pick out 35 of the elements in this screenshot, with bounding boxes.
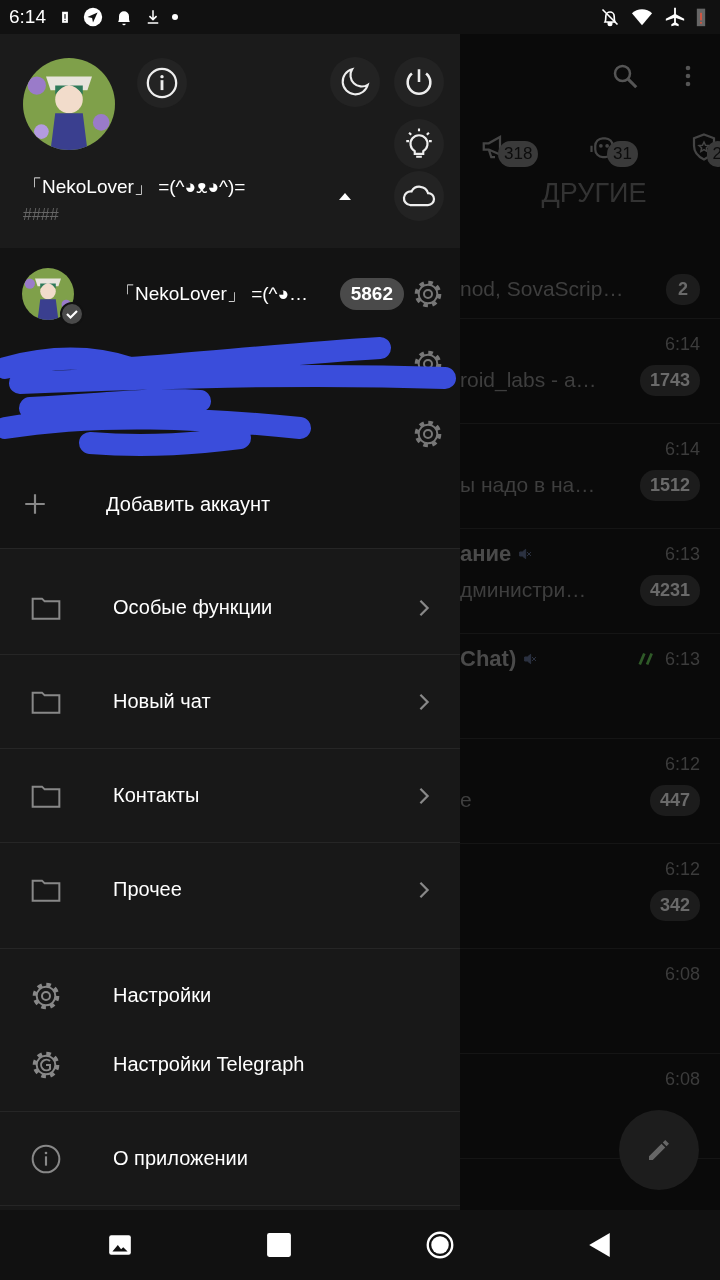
- unread-count: 1743: [639, 364, 700, 396]
- account-name: 「NekoLover」 =(^◕…: [116, 282, 309, 306]
- add-account-item[interactable]: Добавить аккаунт: [0, 469, 460, 539]
- menu-item[interactable]: Настройки Telegraph: [0, 1030, 460, 1099]
- caret-icon[interactable]: [338, 192, 352, 200]
- chat-title: Chat): [460, 646, 517, 672]
- unread-count: 5862: [339, 278, 404, 310]
- unread-count: 2: [666, 273, 700, 305]
- wifi-icon: [630, 6, 654, 28]
- battery-low-icon: [696, 7, 706, 27]
- info-icon: [30, 1142, 62, 1175]
- plus-icon: [22, 491, 48, 517]
- image-icon[interactable]: [106, 1232, 133, 1258]
- settings-icon[interactable]: [412, 278, 444, 310]
- status-time: 6:14: [9, 6, 46, 28]
- profile-name: 「NekoLover」 =(^◕ᴥ◕^)=: [23, 175, 247, 199]
- home-icon[interactable]: [425, 1231, 454, 1259]
- unread-count: 342: [649, 889, 700, 921]
- account-item[interactable]: 「NekoLover」 =(^◕… 5862: [0, 259, 460, 329]
- unread-count: 447: [649, 784, 700, 816]
- unread-count: 4231: [639, 574, 700, 606]
- menu-item[interactable]: О приложении: [0, 1124, 460, 1193]
- menu-item[interactable]: Настройки: [0, 961, 460, 1030]
- info-icon: [145, 66, 179, 100]
- bell-off-icon: [600, 7, 620, 27]
- overview-icon[interactable]: [266, 1232, 293, 1258]
- profile-phone: ####: [23, 206, 60, 224]
- chat-title: ание: [460, 541, 512, 567]
- dot-icon: [172, 14, 178, 20]
- more-icon[interactable]: [684, 63, 692, 89]
- menu-item[interactable]: Прочее: [0, 843, 460, 936]
- unread-count: 1512: [639, 469, 700, 501]
- send-icon: [82, 6, 104, 28]
- settings-icon[interactable]: [412, 418, 444, 450]
- airplane-icon: [664, 6, 686, 28]
